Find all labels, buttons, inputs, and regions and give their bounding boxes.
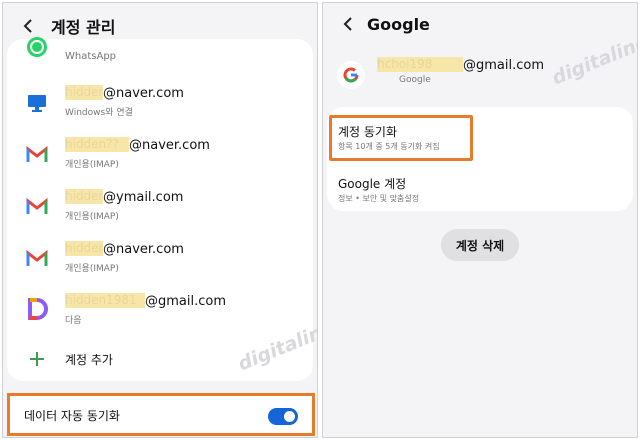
settings-card: 계정 동기화 항목 10개 중 5개 동기화 켜짐 Google 계정 정보 •…: [327, 107, 633, 211]
header: Google: [323, 3, 637, 45]
gmail-icon: [25, 195, 49, 219]
account-header: hchoi198 @gmail.com Google: [323, 51, 637, 101]
google-account-item[interactable]: Google 계정 정보 • 보안 및 맞춤설정: [327, 165, 633, 207]
gmail-icon: [25, 247, 49, 271]
plus-icon: [25, 347, 49, 371]
account-email: hidden@naver.com: [65, 241, 184, 257]
google-account-title: Google 계정: [338, 177, 407, 191]
google-icon: [337, 61, 365, 89]
account-management-panel: 계정 관리 WhatsApp hidden@naver.com Windows와…: [2, 2, 318, 438]
email-domain: @gmail.com: [145, 294, 227, 309]
masked-username: hidden1981: [65, 293, 145, 308]
account-sync-title: 계정 동기화: [338, 125, 398, 139]
gmail-icon: [25, 143, 49, 167]
account-subtitle: 개인용(IMAP): [65, 212, 119, 222]
account-subtitle: Windows와 연결: [65, 108, 133, 118]
account-email: hchoi198 @gmail.com: [377, 57, 544, 73]
masked-username: hidden: [65, 241, 103, 256]
account-email: hidden?? @naver.com: [65, 137, 210, 153]
account-row-windows[interactable]: hidden@naver.com Windows와 연결: [7, 77, 313, 128]
google-account-subtitle: 정보 • 보안 및 맞춤설정: [338, 194, 420, 203]
page-title: Google: [367, 14, 430, 34]
account-subtitle: 개인용(IMAP): [65, 264, 119, 274]
account-subtitle: 개인용(IMAP): [65, 160, 119, 170]
add-account-label: 계정 추가: [65, 353, 113, 367]
account-list: WhatsApp hidden@naver.com Windows와 연결 hi…: [7, 37, 313, 381]
account-email: hidden@naver.com: [65, 85, 184, 101]
google-account-panel: Google digitaline hchoi198 @gmail.com Goo…: [322, 2, 638, 438]
masked-username: hidden??: [65, 137, 129, 152]
account-row-gmail-3[interactable]: hidden@naver.com 개인용(IMAP): [7, 233, 313, 284]
auto-sync-label: 데이터 자동 동기화: [24, 409, 120, 423]
email-domain: @ymail.com: [103, 190, 184, 205]
masked-username: hchoi198: [377, 57, 463, 72]
account-row-daum[interactable]: hidden1981 @gmail.com 다음: [7, 285, 313, 336]
account-row-whatsapp[interactable]: WhatsApp: [7, 23, 313, 74]
email-domain: @naver.com: [129, 138, 210, 153]
account-email: hidden1981 @gmail.com: [65, 293, 226, 309]
account-provider: Google: [399, 75, 431, 85]
masked-username: hidden: [65, 85, 103, 100]
account-row-gmail-1[interactable]: hidden?? @naver.com 개인용(IMAP): [7, 129, 313, 180]
email-domain: @naver.com: [103, 86, 184, 101]
auto-sync-toggle[interactable]: [268, 408, 298, 425]
back-button[interactable]: [341, 17, 355, 31]
account-sync-item[interactable]: 계정 동기화 항목 10개 중 5개 동기화 켜짐: [329, 115, 473, 161]
account-row-gmail-2[interactable]: hidden@ymail.com 개인용(IMAP): [7, 181, 313, 232]
windows-monitor-icon: [25, 91, 49, 115]
whatsapp-icon: [25, 35, 49, 59]
email-domain: @naver.com: [103, 242, 184, 257]
toggle-knob: [284, 411, 295, 422]
daum-icon: [25, 297, 49, 321]
delete-account-button[interactable]: 계정 삭제: [441, 229, 519, 261]
account-subtitle: WhatsApp: [65, 51, 117, 62]
account-sync-subtitle: 항목 10개 중 5개 동기화 켜짐: [338, 142, 440, 151]
account-subtitle: 다음: [65, 316, 82, 326]
chevron-left-icon: [343, 17, 352, 31]
auto-sync-row[interactable]: 데이터 자동 동기화: [7, 393, 315, 436]
email-domain: @gmail.com: [463, 58, 545, 73]
account-email: hidden@ymail.com: [65, 189, 183, 205]
masked-username: hidden: [65, 189, 103, 204]
